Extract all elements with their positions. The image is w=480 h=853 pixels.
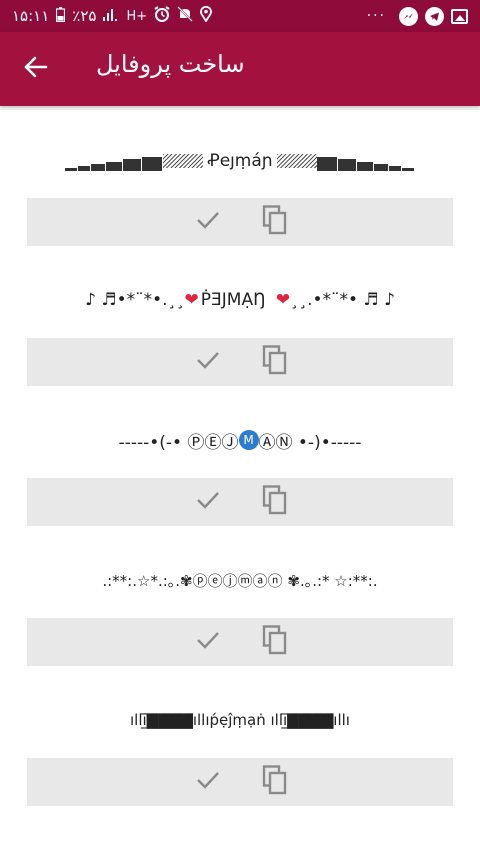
action-bar [27,758,453,806]
status-right: ··· [366,6,468,26]
copy-icon [262,345,288,379]
nickname-text: Ꝓeյṃáɲ [0,126,480,196]
battery-percent: ٪۲۵ [72,7,97,25]
nickname-deco-left: -----•(-• ⓅⒺⒿ [118,432,239,453]
messenger-icon [399,6,418,26]
nickname-deco-right: ¸¸.•*¨*• ♬ ♪ [290,290,395,310]
page-title: ساخت پروفایل [96,50,245,78]
nickname-list[interactable]: Ꝓeյṃáɲ ♪ ♬•*¨*•.¸¸ ❤ ṖƎJMẠŊ ❤ ¸¸.•*¨*• ♬… [0,106,480,853]
copy-button[interactable] [259,205,291,239]
nickname-text: -----•(-• ⓅⒺⒿ M ⒶⓃ •-)•----- [0,405,480,475]
copy-icon [262,625,288,659]
nickname-label: ıllı̲̅̅▇̅▇̲̅▇̅▇̅ıllıṕẹĵṃạṅ ıllı̲̅▇̅▇̲̅▇̅… [130,711,350,729]
arrow-back-icon [24,56,48,82]
check-button[interactable] [193,347,223,377]
status-bar: ۱۵:۱۱ ٪۲۵ H+ ··· [0,0,480,32]
signal-icon [103,7,119,25]
check-icon [196,210,220,234]
copy-button[interactable] [259,345,291,379]
action-bar [27,478,453,526]
copy-icon [262,485,288,519]
check-button[interactable] [193,627,223,657]
action-bar [27,618,453,666]
gallery-icon [451,8,468,24]
check-button[interactable] [193,767,223,797]
heart-icon: ❤ [184,290,199,310]
bar-decoration-right [316,151,415,171]
copy-button[interactable] [259,485,291,519]
check-icon [196,630,220,654]
copy-icon [262,765,288,799]
nickname-label: .:**:.☆*.:｡.✾ⓟⓔⓙⓜⓐⓝ ✾.｡.:* ☆:**:. [102,571,378,590]
location-icon [200,6,213,26]
nickname-text: ıllı̲̅̅▇̅▇̲̅▇̅▇̅ıllıṕẹĵṃạṅ ıllı̲̅▇̅▇̲̅▇̅… [0,685,480,755]
nickname-highlight-letter: M [238,430,259,450]
heart-icon: ❤ [275,290,291,310]
nickname-text: ♪ ♬•*¨*•.¸¸ ❤ ṖƎJMẠŊ ❤ ¸¸.•*¨*• ♬ ♪ [0,265,480,335]
alarm-icon [154,6,170,26]
clock: ۱۵:۱۱ [12,7,50,25]
mute-icon [177,6,193,26]
check-icon [196,350,220,374]
check-icon [196,490,220,514]
back-button[interactable] [18,52,54,86]
nickname-text: .:**:.☆*.:｡.✾ⓟⓔⓙⓜⓐⓝ ✾.｡.:* ☆:**:. [0,545,480,615]
more-dots: ··· [366,8,386,24]
nickname-deco-right: ⒶⓃ •-)•----- [258,432,362,453]
nickname-deco-left: ♪ ♬•*¨*•.¸¸ [85,290,185,310]
status-left: ۱۵:۱۱ ٪۲۵ H+ [12,6,213,26]
bar-decoration-left [65,151,163,171]
hatch-decoration-right [276,154,317,168]
check-icon [196,770,220,794]
check-button[interactable] [193,207,223,237]
telegram-icon [425,6,444,26]
nickname-label: ṖƎJMẠŊ [200,290,266,310]
hatch-decoration-left [163,154,204,168]
copy-button[interactable] [259,625,291,659]
nickname-label: Ꝓeյṃáɲ [207,151,273,171]
action-bar [27,338,453,386]
copy-button[interactable] [259,765,291,799]
app-bar: ساخت پروفایل [0,32,480,106]
network-type: H+ [126,8,148,24]
copy-icon [262,205,288,239]
check-button[interactable] [193,487,223,517]
action-bar [27,198,453,246]
battery-icon [56,6,66,26]
